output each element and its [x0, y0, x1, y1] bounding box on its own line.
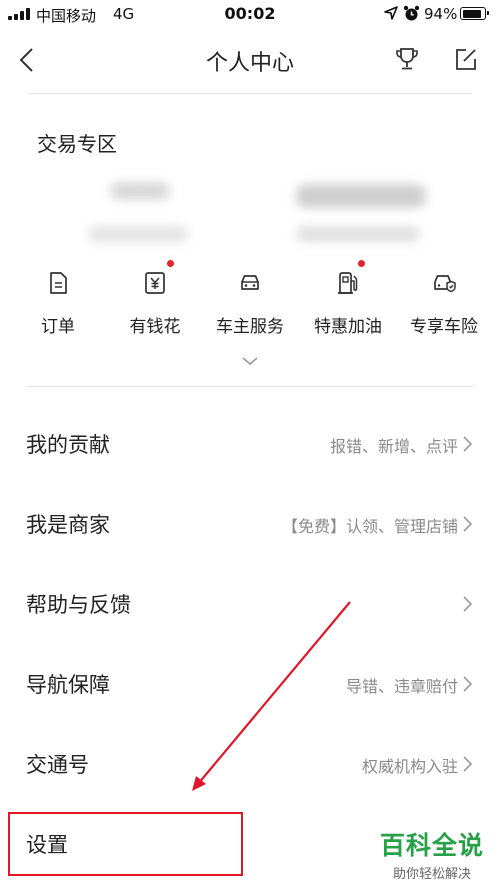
feature-label: 车主服务	[216, 317, 284, 337]
menu-item-merchant[interactable]: 我是商家 【免费】认领、管理店铺	[0, 483, 500, 563]
feature-label: 有钱花	[129, 317, 181, 337]
watermark-subtitle: 助你轻松解决	[392, 867, 471, 882]
chevron-down-icon[interactable]	[240, 354, 260, 368]
nav-bar: 个人中心	[0, 30, 500, 92]
feature-label: 特惠加油	[314, 317, 382, 337]
trade-features: 订单 有钱花 车主服务 特惠加油 专享车险	[0, 260, 500, 342]
chevron-right-icon	[463, 756, 473, 772]
trade-section-title: 交易专区	[37, 132, 117, 156]
feature-label: 订单	[41, 317, 75, 337]
chevron-right-icon	[463, 676, 473, 692]
blurred-stat-1-caption	[88, 226, 188, 242]
chevron-right-icon	[463, 596, 473, 612]
watermark-title: 百科全说	[379, 831, 484, 860]
menu-item-label: 交通号	[26, 753, 89, 777]
divider	[26, 386, 474, 387]
menu-item-hint: 【免费】认领、管理店铺	[281, 517, 458, 536]
status-bar: 中国移动 4G 00:02 94%	[0, 0, 500, 28]
chevron-right-icon	[463, 436, 473, 452]
menu-item-label: 我是商家	[26, 513, 110, 537]
menu-item-traffic-account[interactable]: 交通号 权威机构入驻	[0, 723, 500, 803]
alarm-icon	[403, 5, 420, 21]
location-icon	[384, 6, 398, 20]
annotation-highlight-box	[8, 812, 243, 876]
document-icon	[50, 272, 67, 294]
menu-item-label: 导航保障	[26, 673, 110, 697]
battery-fill	[462, 9, 482, 18]
menu-item-contribution[interactable]: 我的贡献 报错、新增、点评	[0, 403, 500, 483]
feature-label: 专享车险	[410, 317, 478, 337]
blurred-stat-2	[296, 184, 426, 208]
feature-youqianhua[interactable]: 有钱花	[105, 260, 205, 342]
menu-item-help-feedback[interactable]: 帮助与反馈	[0, 563, 500, 643]
menu-item-label: 我的贡献	[26, 433, 110, 457]
feature-order[interactable]: 订单	[8, 262, 108, 342]
edit-icon[interactable]	[452, 45, 480, 73]
chevron-right-icon	[463, 516, 473, 532]
blurred-stat-2-caption	[296, 226, 420, 242]
battery-percent: 94%	[424, 5, 458, 23]
car-insurance-icon	[434, 275, 456, 293]
page-title: 个人中心	[205, 51, 294, 76]
fuel-icon	[338, 272, 358, 294]
feature-car-insurance[interactable]: 专享车险	[394, 262, 494, 342]
notification-dot	[358, 260, 365, 267]
menu-item-hint: 权威机构入驻	[361, 757, 458, 776]
divider	[28, 93, 472, 94]
menu-item-hint: 报错、新增、点评	[329, 437, 458, 456]
feature-car-service[interactable]: 车主服务	[200, 262, 300, 342]
watermark: 百科全说 助你轻松解决	[376, 826, 488, 882]
battery-icon	[460, 7, 489, 20]
feature-fuel[interactable]: 特惠加油	[298, 260, 398, 342]
menu-item-hint: 导错、违章赔付	[345, 677, 458, 696]
notification-dot	[167, 260, 174, 267]
car-icon	[241, 275, 259, 290]
menu-item-label: 帮助与反馈	[26, 593, 131, 617]
menu-item-navigation-guarantee[interactable]: 导航保障 导错、违章赔付	[0, 643, 500, 723]
yuan-icon	[145, 272, 165, 294]
trophy-icon[interactable]	[393, 45, 421, 73]
blurred-stat-1	[110, 182, 170, 200]
